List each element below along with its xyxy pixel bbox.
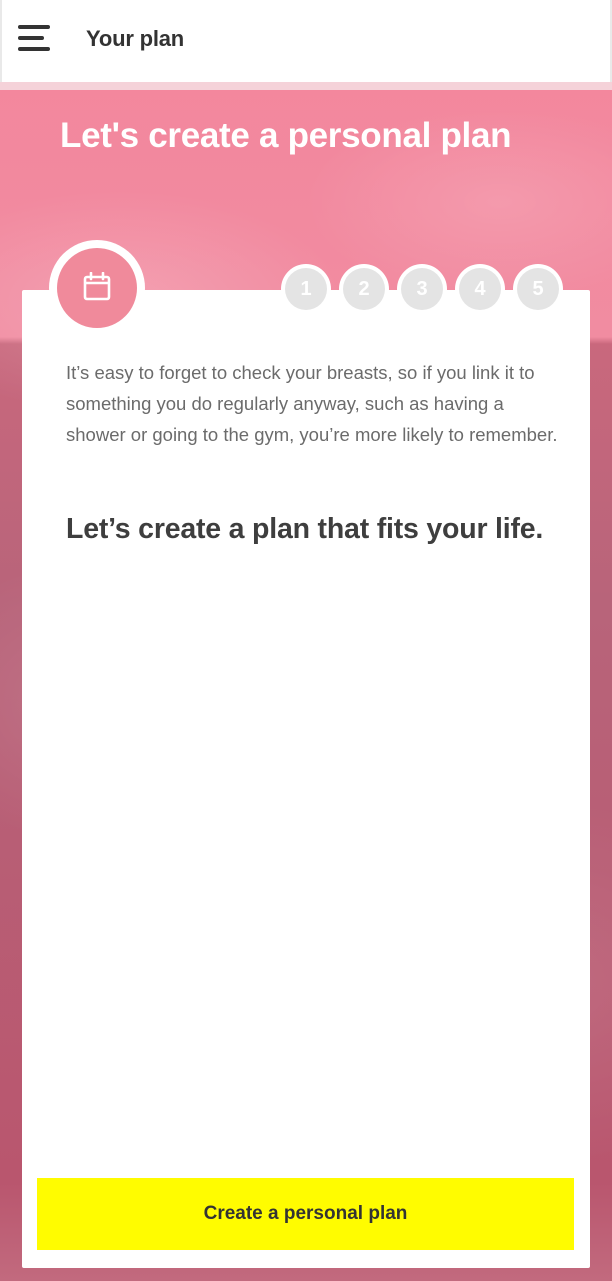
- step-indicator-4: 4: [455, 264, 505, 314]
- hero-title: Let's create a personal plan: [60, 116, 512, 155]
- create-plan-button[interactable]: Create a personal plan: [37, 1178, 574, 1250]
- hero-top-strip: [0, 82, 612, 90]
- step-number: 4: [459, 268, 501, 310]
- step-number: 3: [401, 268, 443, 310]
- intro-paragraph: It’s easy to forget to check your breast…: [66, 362, 558, 445]
- page-title: Your plan: [86, 26, 185, 51]
- step-indicator-5: 5: [513, 264, 563, 314]
- plan-heading: Let’s create a plan that fits your life.: [66, 513, 544, 545]
- calendar-icon: [83, 272, 111, 301]
- step-indicator-1: 1: [281, 264, 331, 314]
- hamburger-menu-icon[interactable]: [18, 24, 50, 52]
- step-indicator-2: 2: [339, 264, 389, 314]
- calendar-badge-circle: [57, 248, 137, 328]
- step-number: 2: [343, 268, 385, 310]
- step-indicator-3: 3: [397, 264, 447, 314]
- app-bar: Your plan: [0, 0, 612, 82]
- step-number: 5: [517, 268, 559, 310]
- step-number: 1: [285, 268, 327, 310]
- calendar-badge: [49, 240, 145, 336]
